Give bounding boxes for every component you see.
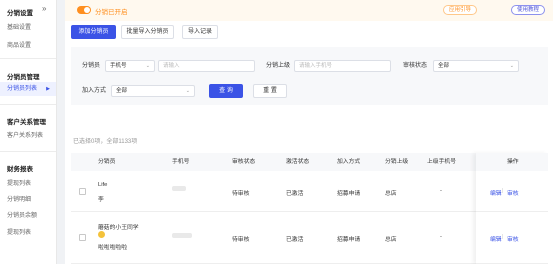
distribution-status-text: 分销已开启 — [95, 9, 128, 16]
column-header-superior: 分销上级 — [385, 159, 409, 165]
distributor-name: 蘑菇的小王同学 — [98, 225, 139, 231]
distributor-input[interactable]: 请输入 — [158, 60, 255, 72]
column-header-join-method: 加入方式 — [337, 159, 361, 165]
sidebar-item-distributor-list[interactable]: 分销员列表 ▶ — [0, 82, 56, 96]
review-status-label: 审核状态 — [403, 63, 428, 69]
sidebar-divider — [0, 58, 56, 59]
superior: 总店 — [385, 237, 397, 243]
selection-summary: 已选择0项，全部1133项 — [73, 139, 138, 145]
superior-phone: - — [440, 234, 442, 240]
sidebar-group-distribution-settings: 分销设置 — [7, 10, 33, 17]
superior: 总店 — [385, 191, 397, 197]
sidebar-item-customer-relations-list[interactable]: 客户关系列表 — [7, 130, 43, 139]
superior-phone: - — [440, 188, 442, 194]
column-header-activation-status: 激活状态 — [286, 159, 310, 165]
distributor-realname: 啦啦啦啦啦 — [98, 245, 127, 251]
join-method-label: 加入方式 — [82, 88, 107, 94]
column-header-distributor: 分销员 — [98, 159, 116, 165]
distribution-toggle[interactable] — [77, 6, 91, 14]
chevron-down-icon: ⌄ — [145, 63, 150, 69]
batch-import-button[interactable]: 批量导入分销员 — [121, 25, 174, 39]
activation-status: 已激活 — [286, 191, 304, 197]
sidebar-item-distribution-detail[interactable]: 分销明细 — [7, 194, 31, 203]
row-checkbox[interactable] — [79, 188, 86, 195]
distributor-type-value: 手机号 — [110, 63, 127, 69]
filter-panel: 分销员 手机号 ⌄ 请输入 分销上级 请输入手机号 审核状态 全部 ⌄ 加入方式… — [71, 47, 548, 105]
distributor-name: Life — [98, 182, 108, 188]
sidebar-divider — [0, 104, 56, 105]
distributor-realname: 李 — [98, 197, 104, 203]
tutorial-button[interactable]: 使用教程 — [511, 5, 546, 15]
column-header-superior-phone: 上级手机号 — [427, 159, 456, 165]
fixed-actions-column — [476, 153, 548, 264]
distributor-type-select[interactable]: 手机号 ⌄ — [105, 60, 155, 72]
review-status-select[interactable]: 全部 ⌄ — [433, 60, 519, 72]
join-method-value: 全部 — [116, 88, 128, 94]
column-header-review-status: 审核状态 — [232, 159, 256, 165]
double-chevron-icon[interactable]: » — [42, 5, 46, 13]
join-method: 招募申请 — [337, 237, 361, 243]
sidebar-item-label: 分销员列表 — [7, 86, 38, 92]
distributor-filter-label: 分销员 — [82, 63, 101, 69]
row-checkbox[interactable] — [79, 234, 86, 241]
sidebar-item-withdraw-list[interactable]: 提现列表 — [7, 178, 31, 187]
app-guide-button[interactable]: 应用引导 — [443, 5, 478, 15]
sidebar: » 分销设置 基础设置 商品设置 分销员管理 分销员列表 ▶ 客户关系管理 客户… — [0, 0, 57, 264]
query-button[interactable]: 查 询 — [209, 84, 243, 98]
sidebar-item-withdraw-list-2[interactable]: 提现列表 — [7, 227, 31, 236]
sidebar-item-basic-settings[interactable]: 基础设置 — [7, 22, 31, 31]
review-status-value: 全部 — [438, 63, 450, 69]
review-status: 待审核 — [232, 237, 250, 243]
masked-phone — [172, 186, 186, 191]
sidebar-group-financial-reports: 财务报表 — [7, 166, 33, 173]
sidebar-item-distributor-balance[interactable]: 分销员余额 — [7, 210, 37, 219]
distribution-status-bar: 分销已开启 应用引导 使用教程 — [65, 0, 553, 21]
sidebar-divider — [0, 151, 56, 152]
column-header-phone: 手机号 — [172, 159, 190, 165]
activation-status: 已激活 — [286, 237, 304, 243]
masked-phone — [172, 233, 192, 238]
reset-button[interactable]: 重 置 — [253, 84, 287, 98]
sidebar-group-customer-relations: 客户关系管理 — [7, 119, 46, 126]
superior-filter-label: 分销上级 — [266, 63, 291, 69]
import-log-button[interactable]: 导入记录 — [182, 25, 218, 39]
chevron-down-icon: ⌄ — [509, 63, 514, 69]
sidebar-group-distributor-management: 分销员管理 — [7, 74, 40, 81]
superior-phone-input[interactable]: 请输入手机号 — [294, 60, 391, 72]
review-status: 待审核 — [232, 191, 250, 197]
caret-right-icon: ▶ — [46, 86, 50, 92]
emoji-icon — [98, 231, 105, 238]
chevron-down-icon: ⌄ — [185, 88, 190, 94]
join-method-select[interactable]: 全部 ⌄ — [111, 85, 195, 97]
add-distributor-button[interactable]: 添加分销员 — [71, 25, 116, 39]
main-panel: 添加分销员 批量导入分销员 导入记录 分销员 手机号 ⌄ 请输入 分销上级 请输… — [65, 21, 553, 264]
sidebar-item-product-settings[interactable]: 商品设置 — [7, 40, 31, 49]
join-method: 招募申请 — [337, 191, 361, 197]
